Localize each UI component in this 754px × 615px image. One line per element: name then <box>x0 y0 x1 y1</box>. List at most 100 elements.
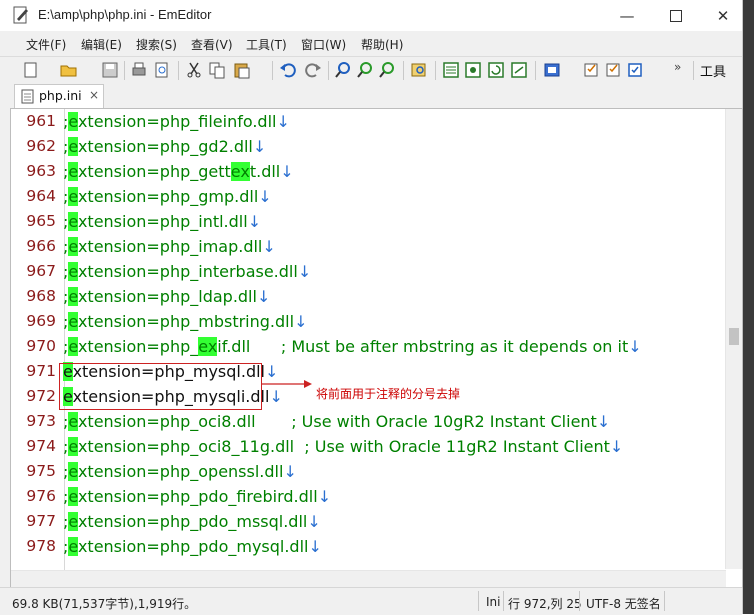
eol-icon: ↓ <box>596 412 611 431</box>
eol-icon: ↓ <box>307 512 321 531</box>
all-properties-icon[interactable] <box>604 61 622 79</box>
line-number: 975 <box>26 462 56 480</box>
maximize-button[interactable] <box>653 0 699 31</box>
menu-file[interactable]: 文件(F) <box>26 36 66 53</box>
editor-line[interactable]: 978 ;extension=php_pdo_mysql.dll↓ <box>11 534 726 559</box>
minimize-icon: — <box>619 6 635 25</box>
toolbar-separator <box>272 61 273 80</box>
line-number: 967 <box>26 262 56 280</box>
status-separator <box>579 591 580 611</box>
editor-line[interactable]: 965 ;extension=php_intl.dll↓ <box>11 209 726 234</box>
editor-line[interactable]: 970 ;extension=php_exif.dll ; Must be aft… <box>11 334 726 359</box>
properties-icon[interactable] <box>582 61 600 79</box>
toolbar-separator <box>124 61 125 80</box>
scroll-thumb[interactable] <box>729 328 739 345</box>
close-window-button[interactable]: ✕ <box>700 0 746 31</box>
config-icon[interactable] <box>543 61 561 79</box>
line-number: 971 <box>26 362 56 380</box>
menu-help[interactable]: 帮助(H) <box>361 36 403 53</box>
text-editor[interactable]: 961 ;extension=php_fileinfo.dll↓ 962 ;exten… <box>10 108 743 588</box>
vertical-scrollbar[interactable] <box>725 109 742 569</box>
code-text: ;extension=php_openssl.dll↓ <box>63 462 297 481</box>
new-file-icon[interactable] <box>22 61 40 79</box>
editor-line[interactable]: 964 ;extension=php_gmp.dll↓ <box>11 184 726 209</box>
code-text: ;extension=php_ldap.dll↓ <box>63 287 271 306</box>
horizontal-scrollbar[interactable] <box>11 570 726 587</box>
code-text: ;extension=php_imap.dll↓ <box>63 237 276 256</box>
annotation-text: 将前面用于注释的分号去掉 <box>316 387 461 401</box>
print-preview-icon[interactable] <box>153 61 171 79</box>
code-text: ;extension=php_pdo_mssql.dll↓ <box>63 512 321 531</box>
find-icon[interactable] <box>334 61 352 79</box>
copy-icon[interactable] <box>208 61 226 79</box>
menu-edit[interactable]: 编辑(E) <box>81 36 122 53</box>
status-position[interactable]: 行 972,列 25 <box>508 595 582 612</box>
title-bar: E:\amp\php\php.ini - EmEditor — ✕ <box>0 0 742 31</box>
status-bar: 69.8 KB(71,537字节),1,919行。 Ini 行 972,列 25… <box>0 587 742 615</box>
annotation-arrow-icon <box>262 380 312 388</box>
editor-line[interactable]: 961 ;extension=php_fileinfo.dll↓ <box>11 109 726 134</box>
line-number: 962 <box>26 137 56 155</box>
split-window-icon[interactable] <box>442 61 460 79</box>
window-title: E:\amp\php\php.ini - EmEditor <box>38 7 212 22</box>
editor-line[interactable]: 968 ;extension=php_ldap.dll↓ <box>11 284 726 309</box>
open-folder-icon[interactable] <box>60 61 78 79</box>
menu-view[interactable]: 查看(V) <box>191 36 233 53</box>
editor-line[interactable]: 977 ;extension=php_pdo_mssql.dll↓ <box>11 509 726 534</box>
status-mode[interactable]: Ini <box>486 595 500 609</box>
toolbar-separator <box>535 61 536 80</box>
paste-icon[interactable] <box>233 61 251 79</box>
status-encoding[interactable]: UTF-8 无签名 <box>586 595 661 612</box>
editor-line[interactable]: 975 ;extension=php_openssl.dll↓ <box>11 459 726 484</box>
cut-icon[interactable] <box>185 61 203 79</box>
print-icon[interactable] <box>130 61 148 79</box>
eol-icon: ↓ <box>256 287 271 306</box>
editor-line[interactable]: 976 ;extension=php_pdo_firebird.dll↓ <box>11 484 726 509</box>
status-separator <box>478 591 479 611</box>
tab-close-icon[interactable]: × <box>89 88 99 102</box>
line-number: 963 <box>26 162 56 180</box>
find-next-icon[interactable] <box>356 61 374 79</box>
toolbar-separator <box>403 61 404 80</box>
code-text: ;extension=php_fileinfo.dll↓ <box>63 112 290 131</box>
menu-window[interactable]: 窗口(W) <box>301 36 346 53</box>
toolbar-overflow-icon[interactable]: » <box>674 60 681 74</box>
tools-toolbar-label[interactable]: 工具 <box>700 61 726 80</box>
editor-line[interactable]: 967 ;extension=php_interbase.dll↓ <box>11 259 726 284</box>
editor-line[interactable]: 966 ;extension=php_imap.dll↓ <box>11 234 726 259</box>
plugins-icon[interactable] <box>626 61 644 79</box>
editor-line[interactable]: 974 ;extension=php_oci8_11g.dll ; Use wit… <box>11 434 726 459</box>
status-separator <box>664 591 665 611</box>
tile-window-icon[interactable] <box>464 61 482 79</box>
code-text: ;extension=php_mbstring.dll↓ <box>63 312 308 331</box>
redo-icon[interactable] <box>304 61 322 79</box>
undo-icon[interactable] <box>279 61 297 79</box>
eol-icon: ↓ <box>283 462 297 481</box>
code-text: ;extension=php_interbase.dll↓ <box>63 262 312 281</box>
eol-icon: ↓ <box>262 237 276 256</box>
minimize-button[interactable]: — <box>604 0 650 31</box>
line-number: 977 <box>26 512 56 530</box>
toolbar-separator <box>178 61 179 80</box>
editor-line[interactable]: 969 ;extension=php_mbstring.dll↓ <box>11 309 726 334</box>
editor-line[interactable]: 973 ;extension=php_oci8.dll ; Use with Or… <box>11 409 726 434</box>
find-previous-icon[interactable] <box>378 61 396 79</box>
eol-icon: ↓ <box>609 437 624 456</box>
line-number: 978 <box>26 537 56 555</box>
refresh-icon[interactable] <box>487 61 505 79</box>
close-icon: ✕ <box>716 6 730 25</box>
line-number: 970 <box>26 337 56 355</box>
menu-tools[interactable]: 工具(T) <box>246 36 287 53</box>
code-text: ;extension=php_oci8.dll ; Use with Oracl… <box>63 412 611 431</box>
save-icon[interactable] <box>101 61 119 79</box>
editor-line[interactable]: 962 ;extension=php_gd2.dll↓ <box>11 134 726 159</box>
document-icon <box>21 89 34 104</box>
window-switch-icon[interactable] <box>510 61 528 79</box>
menu-search[interactable]: 搜索(S) <box>136 36 177 53</box>
find-in-files-icon[interactable] <box>410 61 428 79</box>
code-text: ;extension=php_gettext.dll↓ <box>63 162 294 181</box>
tab-php-ini[interactable]: php.ini × <box>14 84 104 109</box>
tab-bar: php.ini × <box>0 84 742 109</box>
status-file-size: 69.8 KB(71,537字节),1,919行。 <box>12 597 197 611</box>
editor-line[interactable]: 963 ;extension=php_gettext.dll↓ <box>11 159 726 184</box>
